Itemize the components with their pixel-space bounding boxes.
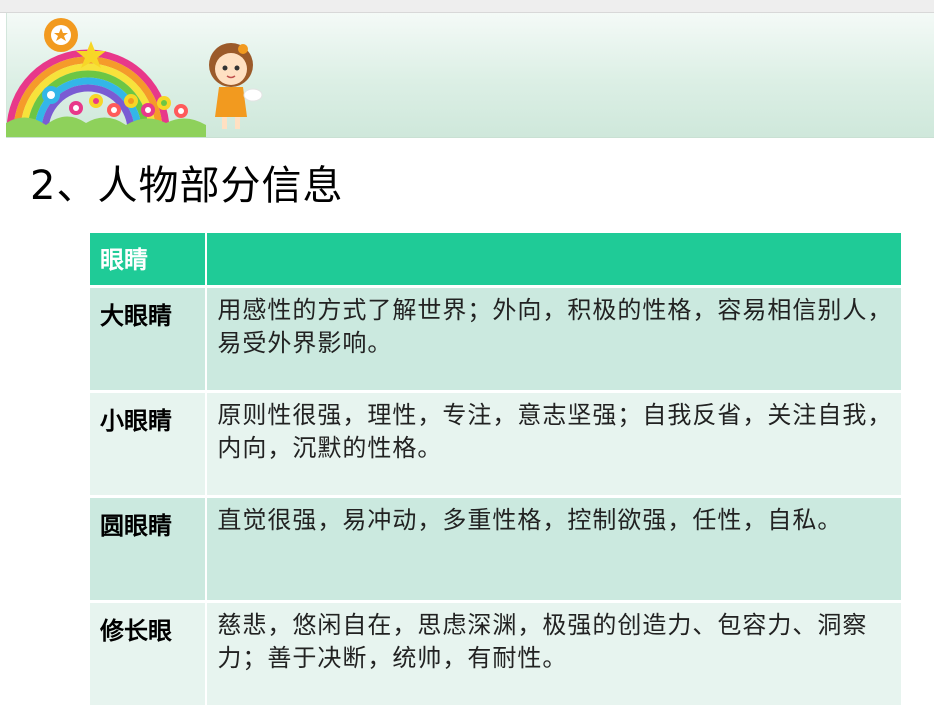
- eye-type-cell: 圆眼睛: [90, 497, 206, 602]
- table-row: 小眼睛 原则性很强，理性，专注，意志坚强；自我反省，关注自我，内向，沉默的性格。: [90, 392, 901, 497]
- page-title: 2、人物部分信息: [30, 162, 343, 210]
- window-top-strip: [0, 0, 934, 13]
- table-header-row: 眼睛: [90, 233, 901, 287]
- table-header-cell: [206, 233, 901, 287]
- personality-desc-cell: 直觉很强，易冲动，多重性格，控制欲强，任性，自私。: [206, 497, 901, 602]
- personality-desc-cell: 用感性的方式了解世界；外向，积极的性格，容易相信别人，易受外界影响。: [206, 287, 901, 392]
- table-row: 圆眼睛 直觉很强，易冲动，多重性格，控制欲强，任性，自私。: [90, 497, 901, 602]
- table-header-cell: 眼睛: [90, 233, 206, 287]
- rainbow-flowers-girl-illustration: [6, 13, 286, 137]
- eye-type-cell: 小眼睛: [90, 392, 206, 497]
- table-row: 大眼睛 用感性的方式了解世界；外向，积极的性格，容易相信别人，易受外界影响。: [90, 287, 901, 392]
- personality-desc-cell: 慈悲，悠闲自在，思虑深渊，极强的创造力、包容力、洞察力；善于决断，统帅，有耐性。: [206, 602, 901, 705]
- personality-desc-cell: 原则性很强，理性，专注，意志坚强；自我反省，关注自我，内向，沉默的性格。: [206, 392, 901, 497]
- eye-personality-table: 眼睛 大眼睛 用感性的方式了解世界；外向，积极的性格，容易相信别人，易受外界影响…: [90, 233, 901, 705]
- eye-type-cell: 大眼睛: [90, 287, 206, 392]
- eye-type-cell: 修长眼: [90, 602, 206, 705]
- table-row: 修长眼 慈悲，悠闲自在，思虑深渊，极强的创造力、包容力、洞察力；善于决断，统帅，…: [90, 602, 901, 705]
